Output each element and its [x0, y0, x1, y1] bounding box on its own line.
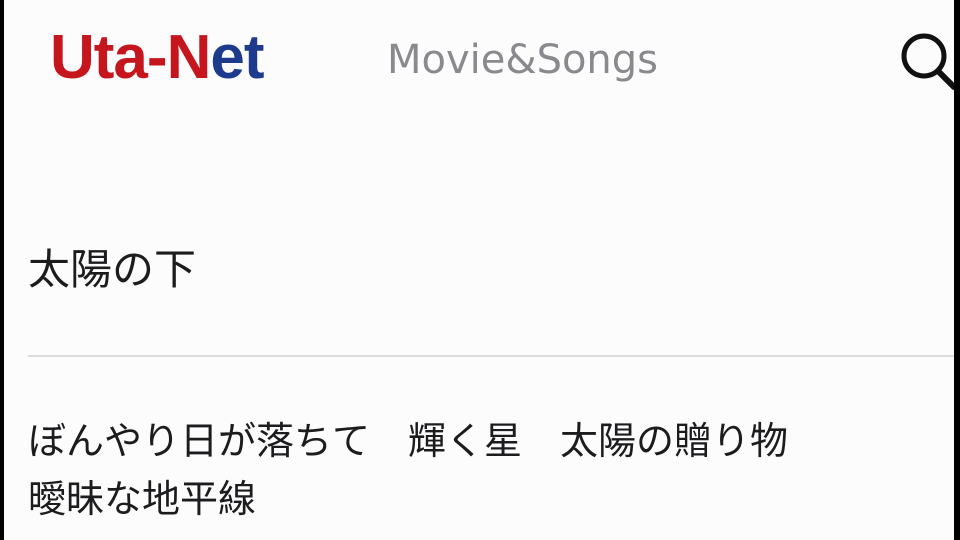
logo-text-n: N	[166, 23, 212, 92]
search-icon	[901, 33, 954, 90]
song-title: 太陽の下	[28, 245, 197, 294]
logo-text-et: et	[210, 23, 264, 92]
uta-net-logo[interactable]: Uta-Net	[50, 22, 264, 94]
search-button[interactable]	[898, 28, 954, 92]
lyrics-body: ぼんやり日が落ちて 輝く星 太陽の贈り物 曖昧な地平線	[28, 412, 954, 528]
movie-songs-link[interactable]: Movie&Songs	[387, 34, 658, 86]
site-header: Uta-Net Movie&Songs	[4, 0, 954, 120]
divider	[28, 355, 954, 357]
lyric-line-2: 曖昧な地平線	[28, 477, 257, 521]
lyric-line-1: ぼんやり日が落ちて 輝く星 太陽の贈り物	[28, 419, 789, 463]
logo-text-uta: Uta-	[50, 23, 168, 92]
app-screen: Uta-Net Movie&Songs 太陽の下 ぼんやり日が落ちて 輝く星 太…	[4, 0, 954, 540]
